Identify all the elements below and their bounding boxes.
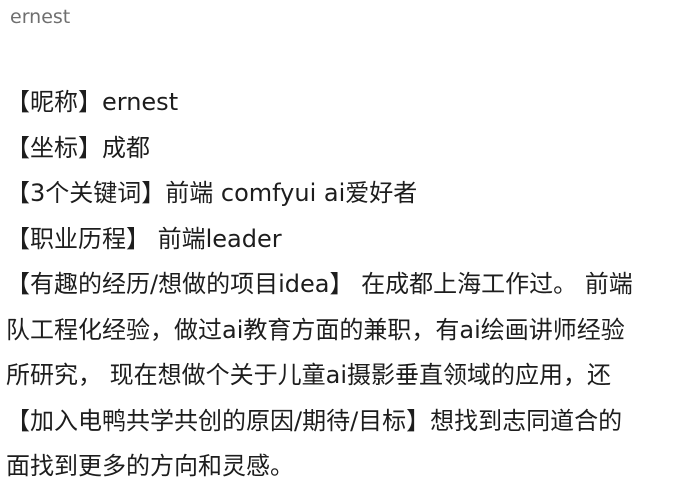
post-body: 【昵称】ernest 【坐标】成都 【3个关键词】前端 comfyui ai爱好… <box>6 80 696 490</box>
post-line-reason-cont: 面找到更多的方向和灵感。 <box>6 452 294 480</box>
post-line-experience-cont-2: 所研究， 现在想做个关于儿童ai摄影垂直领域的应用，还 <box>6 361 612 389</box>
post-line-keywords: 【3个关键词】前端 comfyui ai爱好者 <box>6 179 418 207</box>
post-author-name: ernest <box>10 6 71 28</box>
post-line-reason: 【加入电鸭共学共创的原因/期待/目标】想找到志同道合的 <box>6 406 623 435</box>
post-line-career: 【职业历程】 前端leader <box>6 224 282 253</box>
post-line-location: 【坐标】成都 <box>6 133 150 162</box>
post-line-nickname: 【昵称】ernest <box>6 88 179 116</box>
post-line-experience-cont-1: 队工程化经验，做过ai教育方面的兼职，有ai绘画讲师经验 <box>6 315 625 344</box>
post-line-experience: 【有趣的经历/想做的项目idea】 在成都上海工作过。 前端 <box>6 270 633 298</box>
